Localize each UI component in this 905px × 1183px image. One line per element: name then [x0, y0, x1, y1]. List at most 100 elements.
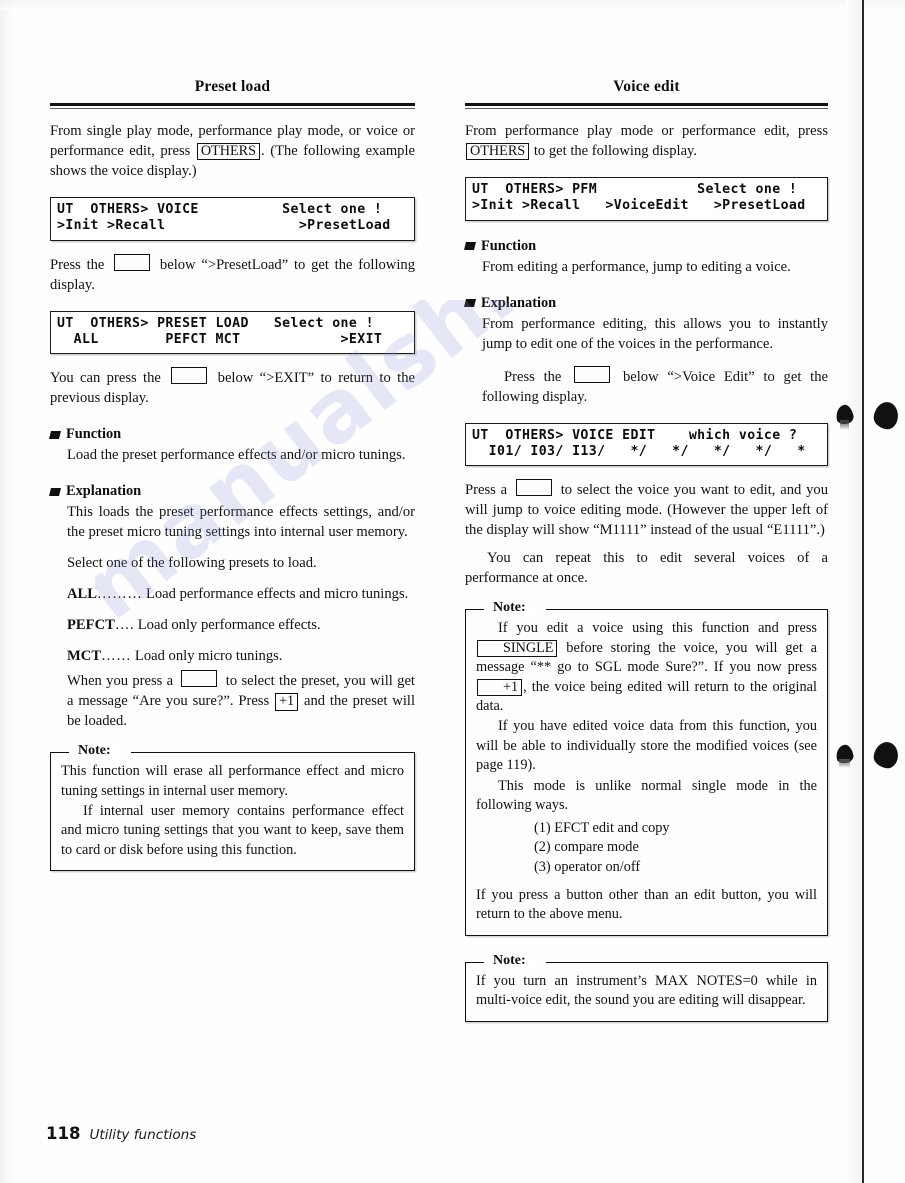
note-label: Note:	[72, 743, 117, 760]
mode-differences-list: (1) EFCT edit and copy (2) compare mode …	[476, 819, 817, 877]
confirm-paragraph: When you press a to select the preset, y…	[67, 670, 415, 732]
preset-desc: Load performance effects and micro tunin…	[145, 586, 409, 603]
explanation-heading-label: Explanation	[481, 294, 557, 311]
lcd-line-1: UT OTHERS> PRESET LOAD Select one !	[57, 315, 374, 331]
list-item: (2) compare mode	[534, 839, 639, 856]
page-columns: Preset load From single play mode, perfo…	[0, 0, 905, 1183]
function-body-right: From editing a performance, jump to edit…	[465, 258, 828, 278]
select-voice-before: Press a	[465, 482, 512, 499]
square-bullet-icon	[49, 487, 61, 496]
right-intro-before: From performance play mode or performanc…	[465, 123, 828, 139]
lcd-display-pfm-others: UT OTHERS> PFM Select one ! >Init >Recal…	[465, 176, 828, 221]
explanation-heading-left: Explanation	[49, 483, 415, 500]
lcd-line-2: >Init >Recall >PresetLoad	[57, 218, 391, 234]
soft-key-button-box[interactable]	[171, 367, 208, 385]
note1-text-c: , the voice being edited will return to …	[476, 678, 817, 714]
title-rule-thin-left	[50, 108, 415, 109]
title-rule-thick-right	[465, 103, 828, 106]
single-keycap[interactable]: SINGLE	[477, 639, 558, 658]
lcd-display-preset-load: UT OTHERS> PRESET LOAD Select one ! ALL …	[50, 310, 415, 355]
explanation-heading-label: Explanation	[66, 483, 142, 500]
explanation-paragraph-2: Press the below “>Voice Edit” to get the…	[482, 365, 828, 408]
confirm-before: When you press a	[67, 673, 178, 690]
square-bullet-icon	[464, 299, 476, 308]
press-presetload-before: Press the	[50, 256, 111, 273]
lcd-line-2: >Init >Recall >VoiceEdit >PresetLoad	[472, 198, 806, 214]
left-intro-paragraph: From single play mode, performance play …	[50, 122, 415, 182]
page-section-label: Utility functions	[89, 1127, 197, 1143]
lcd-line-1: UT OTHERS> VOICE Select one !	[57, 201, 383, 217]
lcd-line-2: I01/ I03/ I13/ */ */ */ */ *	[472, 443, 806, 459]
preset-term-pefct: PEFCT	[67, 617, 115, 634]
function-text: From editing a performance, jump to edit…	[482, 258, 791, 275]
note-label: Note:	[487, 952, 532, 969]
note-box: If you turn an instrument’s MAX NOTES=0 …	[465, 960, 828, 1022]
soft-key-button-box[interactable]	[181, 670, 218, 688]
right-intro-paragraph: From performance play mode or performanc…	[465, 122, 828, 162]
others-keycap[interactable]: OTHERS	[196, 142, 261, 161]
explanation-paragraph-1: From performance editing, this allows yo…	[482, 315, 828, 352]
confirm-body-left: When you press a to select the preset, y…	[50, 670, 415, 732]
note1-text-a: If you edit a voice using this function …	[498, 620, 817, 637]
list-item: (1) EFCT edit and copy	[534, 819, 670, 836]
function-heading-left: Function	[49, 426, 415, 443]
list-item: MCT…… Load only micro tunings.	[67, 647, 415, 667]
repeat-edit-paragraph: You can repeat this to edit several voic…	[465, 550, 828, 587]
note-paragraph-1: If you edit a voice using this function …	[476, 619, 817, 716]
lcd-line-1: UT OTHERS> VOICE EDIT which voice ?	[472, 427, 798, 443]
function-text: Load the preset performance effects and/…	[67, 447, 406, 464]
note-box: This function will erase all performance…	[50, 751, 415, 872]
note-box: If you edit a voice using this function …	[465, 608, 828, 936]
note-paragraph-3: This mode is unlike normal single mode i…	[476, 777, 817, 814]
press-presetload-paragraph: Press the below “>PresetLoad” to get the…	[50, 253, 415, 296]
note-paragraph-1: This function will erase all performance…	[61, 763, 404, 799]
lcd-display-voice-edit: UT OTHERS> VOICE EDIT which voice ? I01/…	[465, 422, 828, 467]
lcd-display-voice-others: UT OTHERS> VOICE Select one ! >Init >Rec…	[50, 196, 415, 241]
lcd-line-2: ALL PEFCT MCT >EXIT	[57, 332, 383, 347]
function-heading-right: Function	[464, 237, 828, 255]
note-block-left: Note: This function will erase all perfo…	[50, 743, 415, 872]
note-paragraph-2: If internal user memory contains perform…	[61, 803, 404, 858]
plus-one-keycap[interactable]: +1	[477, 678, 523, 696]
explanation-body-right: From performance editing, this allows yo…	[465, 315, 828, 408]
square-bullet-icon	[464, 242, 476, 251]
explanation-press-before: Press the	[504, 368, 571, 385]
preset-dots: ………	[97, 586, 143, 603]
soft-key-button-box[interactable]	[574, 365, 611, 383]
note-label: Note:	[487, 600, 532, 617]
function-heading-label: Function	[66, 426, 122, 443]
right-intro-after: to get the following display.	[530, 142, 698, 159]
soft-key-button-box[interactable]	[515, 479, 552, 497]
note-paragraph-4: If you press a button other than an edit…	[476, 886, 817, 923]
title-rule-thick-left	[50, 103, 415, 106]
function-body-left: Load the preset performance effects and/…	[50, 446, 415, 466]
function-heading-label: Function	[481, 237, 537, 254]
page-footer: 118 Utility functions	[46, 1124, 196, 1143]
square-bullet-icon	[49, 430, 61, 439]
preset-desc: Load only micro tunings.	[134, 648, 283, 665]
list-item: PEFCT…. Load only performance effects.	[67, 616, 415, 636]
title-rule-thin-right	[465, 108, 828, 109]
press-exit-paragraph: You can press the below “>EXIT” to retur…	[50, 367, 415, 409]
page-number: 118	[46, 1124, 81, 1143]
preset-term-all: ALL	[67, 586, 98, 603]
preset-term-mct: MCT	[67, 648, 102, 665]
note-spacer	[476, 877, 817, 886]
preset-dots: ….	[114, 617, 135, 634]
explanation-paragraph-1: This loads the preset performance effect…	[67, 504, 415, 541]
select-voice-paragraph: Press a to select the voice you want to …	[465, 479, 828, 541]
preset-desc: Load only performance effects.	[137, 617, 321, 634]
scanned-page: manualshive.c Preset load From single pl…	[0, 0, 905, 1183]
column-left: Preset load From single play mode, perfo…	[49, 78, 415, 872]
soft-key-button-box[interactable]	[114, 253, 151, 271]
note-paragraph-2: If you have edited voice data from this …	[476, 718, 817, 774]
preset-definition-list: ALL……… Load performance effects and micr…	[50, 585, 415, 667]
page-title-preset-load: Preset load	[194, 78, 271, 95]
preset-dots: ……	[101, 648, 132, 665]
explanation-heading-right: Explanation	[464, 294, 828, 312]
explanation-body-left: This loads the preset performance effect…	[50, 503, 415, 574]
plus-one-keycap[interactable]: +1	[275, 693, 299, 711]
note-block-right-1: Note: If you edit a voice using this fun…	[465, 600, 828, 936]
explanation-paragraph-2: Select one of the following presets to l…	[67, 555, 317, 572]
others-keycap[interactable]: OTHERS	[466, 142, 530, 161]
